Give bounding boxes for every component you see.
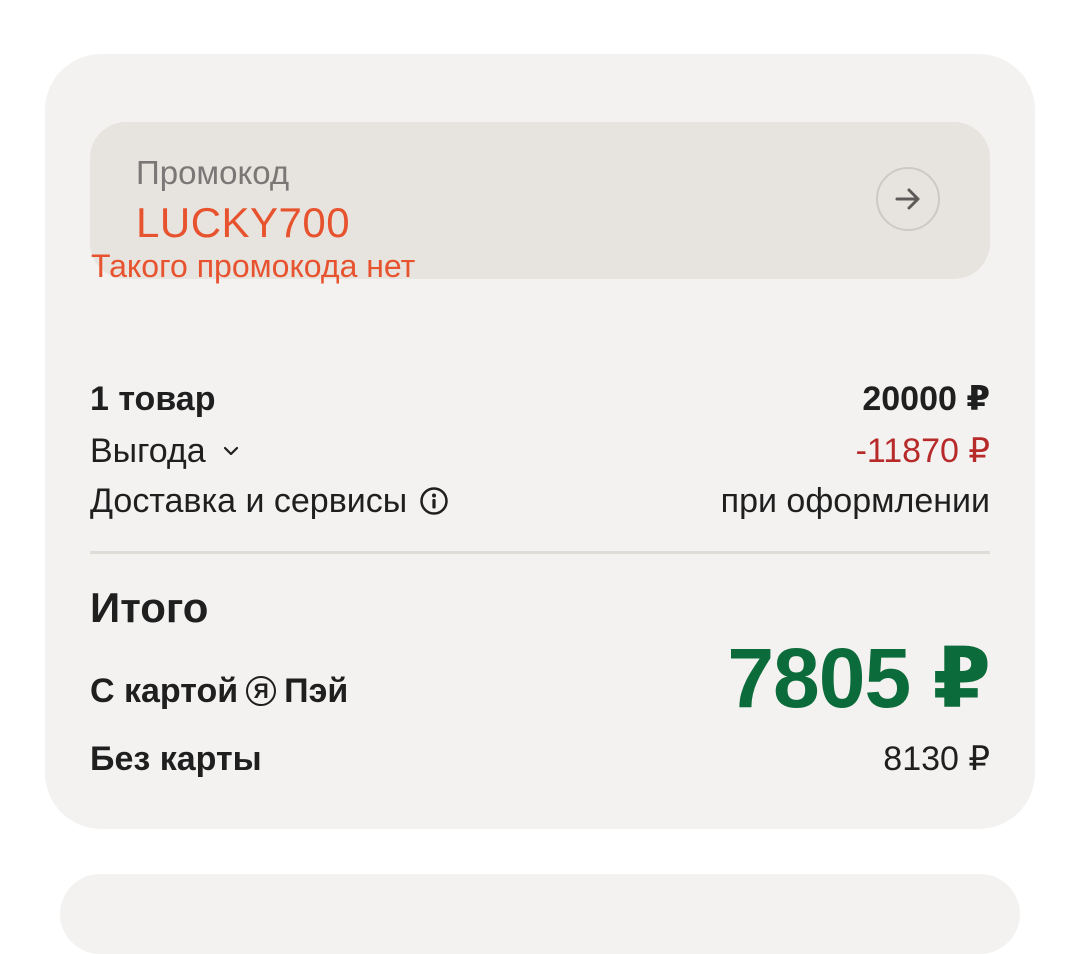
with-card-label-group: С картой Я Пэй	[90, 674, 348, 708]
chevron-down-icon[interactable]	[222, 445, 240, 457]
with-card-label: С картой	[90, 672, 239, 710]
benefit-toggle[interactable]: Выгода	[90, 434, 240, 468]
summary-divider	[90, 551, 990, 554]
no-card-price: 8130 ₽	[883, 740, 990, 778]
benefit-row[interactable]: Выгода -11870 ₽	[90, 434, 990, 468]
items-row: 1 товар 20000 ₽	[90, 382, 990, 416]
no-card-label: Без карты	[90, 740, 262, 778]
total-price-with-card: 7805 ₽	[727, 631, 991, 725]
summary-content: 1 товар 20000 ₽ Выгода -11870 ₽ Доставка…	[45, 54, 1035, 829]
pay-name: Пэй	[284, 672, 349, 710]
benefit-amount: -11870 ₽	[855, 432, 990, 470]
total-title: Итого	[90, 584, 209, 631]
delivery-value: при оформлении	[720, 482, 990, 520]
yandex-pay-logo: Я	[246, 676, 277, 706]
delivery-label-group: Доставка и сервисы	[90, 484, 449, 518]
delivery-row: Доставка и сервисы при оформлении	[90, 484, 990, 518]
no-card-row: Без карты 8130 ₽	[90, 742, 990, 776]
delivery-label: Доставка и сервисы	[90, 482, 408, 520]
items-label: 1 товар	[90, 380, 216, 418]
benefit-label: Выгода	[90, 432, 206, 470]
next-card	[60, 874, 1020, 954]
items-price: 20000 ₽	[862, 380, 990, 418]
info-icon[interactable]	[419, 486, 449, 516]
